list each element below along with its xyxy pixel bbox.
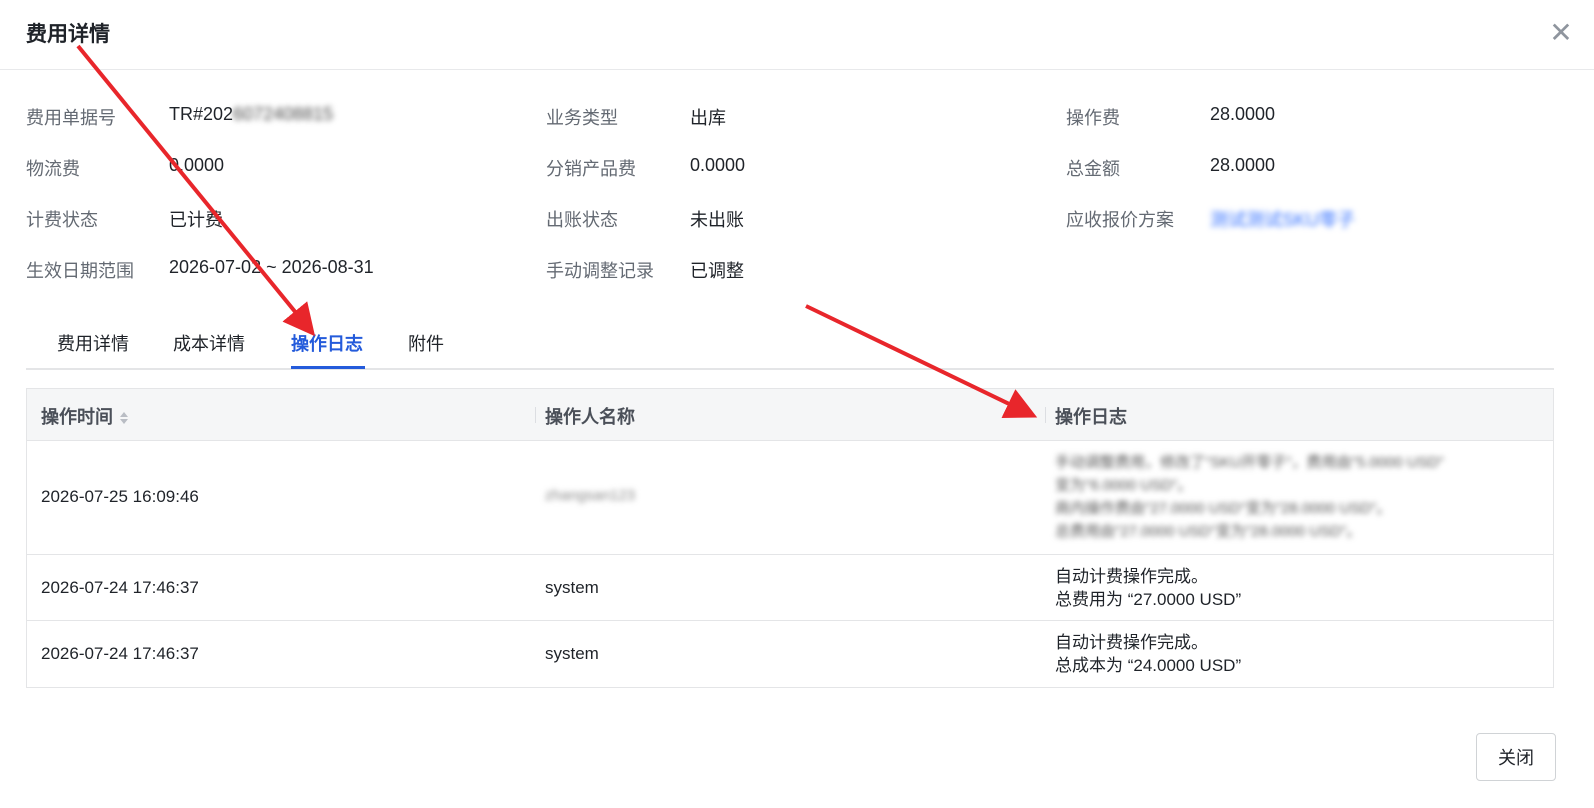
fee-info-grid: 费用单据号 TR#2026072408815 业务类型 出库 操作费 28.00…	[26, 96, 1566, 300]
cell-log: 自动计费操作完成。 总成本为 “24.0000 USD”	[1055, 633, 1242, 675]
manual-adjust-value: 已调整	[690, 261, 744, 281]
column-separator	[1045, 407, 1046, 423]
table-header: 操作时间 操作人名称 操作日志	[27, 389, 1553, 441]
quote-plan-link[interactable]: 测试测试SKU零子	[1210, 206, 1355, 232]
account-status-label: 出账状态	[546, 210, 618, 230]
tab-fee-details[interactable]: 费用详情	[57, 330, 129, 356]
table-row: 2026-07-25 16:09:46 zhangsan123 手动调整费用，修…	[27, 441, 1553, 555]
sort-icon[interactable]	[119, 410, 129, 426]
tab-operation-log[interactable]: 操作日志	[291, 330, 363, 356]
operation-log-table: 操作时间 操作人名称 操作日志 2026-07-25 16:09:46 zhan…	[26, 388, 1554, 688]
column-header-operator: 操作人名称	[545, 407, 635, 427]
cell-time: 2026-07-24 17:46:37	[41, 644, 199, 663]
total-label: 总金额	[1066, 159, 1120, 179]
account-status-value: 未出账	[690, 210, 744, 230]
date-range-value: 2026-07-02 ~ 2026-08-31	[169, 257, 374, 277]
table-row: 2026-07-24 17:46:37 system 自动计费操作完成。 总费用…	[27, 555, 1553, 621]
op-fee-label: 操作费	[1066, 108, 1120, 128]
info-row-3: 计费状态 已计费 出账状态 未出账 应收报价方案 测试测试SKU零子	[26, 198, 1566, 249]
cell-time: 2026-07-24 17:46:37	[41, 578, 199, 597]
tab-cost-details[interactable]: 成本详情	[173, 330, 245, 356]
billing-status-value: 已计费	[169, 210, 223, 230]
info-row-4: 生效日期范围 2026-07-02 ~ 2026-08-31 手动调整记录 已调…	[26, 249, 1566, 300]
dialog-title: 费用详情	[26, 23, 110, 46]
bill-no-label: 费用单据号	[26, 108, 116, 128]
date-range-label: 生效日期范围	[26, 261, 134, 281]
bill-no-redacted: 6072408815	[233, 104, 334, 124]
total-value: 28.0000	[1210, 155, 1276, 175]
column-header-log: 操作日志	[1055, 407, 1127, 427]
logistics-label: 物流费	[26, 159, 80, 179]
quote-plan-label: 应收报价方案	[1066, 210, 1174, 230]
biz-type-label: 业务类型	[546, 108, 618, 128]
biz-type-value: 出库	[690, 108, 726, 128]
tab-attachments[interactable]: 附件	[408, 330, 444, 356]
cell-time: 2026-07-25 16:09:46	[41, 487, 199, 506]
close-icon[interactable]: ✕	[1546, 18, 1576, 48]
tab-bar: 费用详情 成本详情 操作日志 附件	[26, 318, 1554, 370]
dist-fee-label: 分销产品费	[546, 159, 636, 179]
cell-operator: zhangsan123	[545, 487, 636, 504]
cell-log: 手动调整费用，修改了"SKU开零子"，费用由"5.0000 USD" 变为"6.…	[1055, 454, 1444, 540]
op-fee-value: 28.0000	[1210, 104, 1276, 124]
dist-fee-value: 0.0000	[690, 155, 746, 175]
column-header-time[interactable]: 操作时间	[41, 403, 129, 429]
logistics-value: 0.0000	[169, 155, 225, 175]
dialog-header: 费用详情 ✕	[0, 0, 1594, 70]
cell-operator: system	[545, 644, 599, 663]
manual-adjust-label: 手动调整记录	[546, 261, 654, 281]
column-separator	[535, 407, 536, 423]
active-tab-indicator	[291, 366, 365, 369]
billing-status-label: 计费状态	[26, 210, 98, 230]
cell-operator: system	[545, 578, 599, 597]
bill-no-value: TR#2026072408815	[169, 104, 334, 124]
close-button[interactable]: 关闭	[1476, 733, 1556, 781]
cell-log: 自动计费操作完成。 总费用为 “27.0000 USD”	[1055, 567, 1242, 609]
info-row-2: 物流费 0.0000 分销产品费 0.0000 总金额 28.0000	[26, 147, 1566, 198]
table-row: 2026-07-24 17:46:37 system 自动计费操作完成。 总成本…	[27, 621, 1553, 687]
info-row-1: 费用单据号 TR#2026072408815 业务类型 出库 操作费 28.00…	[26, 96, 1566, 147]
